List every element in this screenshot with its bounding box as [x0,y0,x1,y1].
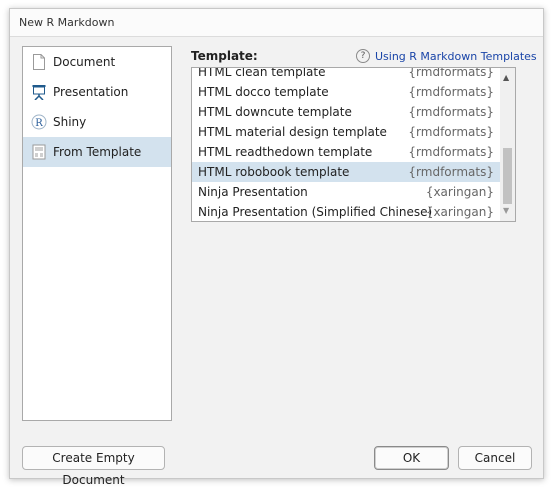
template-name: HTML material design template [198,125,387,139]
list-item-selected[interactable]: HTML robobook template {rmdformats} [192,162,500,182]
sidebar-item-label: From Template [53,145,142,159]
title-bar[interactable]: New R Markdown [10,9,543,37]
template-name: HTML robobook template [198,165,350,179]
template-package: {rmdformats} [408,125,494,139]
list-item[interactable]: HTML material design template {rmdformat… [192,122,500,142]
cancel-button[interactable]: Cancel [458,446,532,470]
sidebar-item-from-template[interactable]: From Template [23,137,171,167]
scroll-down-arrow-icon[interactable]: ▼ [503,206,509,215]
template-icon [32,144,46,160]
sidebar-item-shiny[interactable]: R Shiny [23,107,171,137]
help-icon[interactable]: ? [356,49,370,63]
ok-button[interactable]: OK [374,446,449,470]
list-item[interactable]: HTML clean template {rmdformats} [192,67,500,82]
scrollbar[interactable]: ▲ ▼ [500,68,515,221]
sidebar-item-label: Document [53,55,116,69]
template-package: {xaringan} [425,185,494,199]
sidebar-item-label: Presentation [53,85,129,99]
template-package: {rmdformats} [408,105,494,119]
new-r-markdown-dialog: New R Markdown Document Presentation R S… [9,8,544,487]
template-rows: HTML clean template {rmdformats} HTML do… [192,67,500,221]
svg-text:R: R [35,118,43,129]
list-item[interactable]: Ninja Presentation (Simplified Chinese) … [192,202,500,221]
presentation-icon [32,85,46,100]
template-name: Ninja Presentation [198,185,308,199]
template-name: HTML clean template [198,67,326,79]
document-icon [33,54,45,70]
scroll-up-arrow-icon[interactable]: ▲ [503,73,509,82]
shiny-r-icon: R [31,114,47,130]
template-package: {rmdformats} [408,85,494,99]
template-list[interactable]: HTML clean template {rmdformats} HTML do… [191,67,516,222]
template-name: Ninja Presentation (Simplified Chinese) [198,205,433,219]
help-link[interactable]: Using R Markdown Templates [375,50,537,63]
template-name: HTML docco template [198,85,329,99]
dialog-title: New R Markdown [19,16,115,29]
template-package: {xaringan} [425,205,494,219]
sidebar-item-label: Shiny [53,115,87,129]
list-item[interactable]: HTML readthedown template {rmdformats} [192,142,500,162]
scroll-thumb[interactable] [503,148,512,204]
template-name: HTML readthedown template [198,145,373,159]
sidebar-item-document[interactable]: Document [23,47,171,77]
template-package: {rmdformats} [408,67,494,79]
list-item[interactable]: HTML docco template {rmdformats} [192,82,500,102]
create-empty-document-button[interactable]: Create Empty Document [22,446,165,487]
template-package: {rmdformats} [408,145,494,159]
sidebar: Document Presentation R Shiny From Templ… [22,46,172,421]
template-label: Template: [191,49,258,63]
template-name: HTML downcute template [198,105,352,119]
template-package: {rmdformats} [408,165,494,179]
list-item[interactable]: Ninja Presentation {xaringan} [192,182,500,202]
list-item[interactable]: HTML downcute template {rmdformats} [192,102,500,122]
sidebar-item-presentation[interactable]: Presentation [23,77,171,107]
